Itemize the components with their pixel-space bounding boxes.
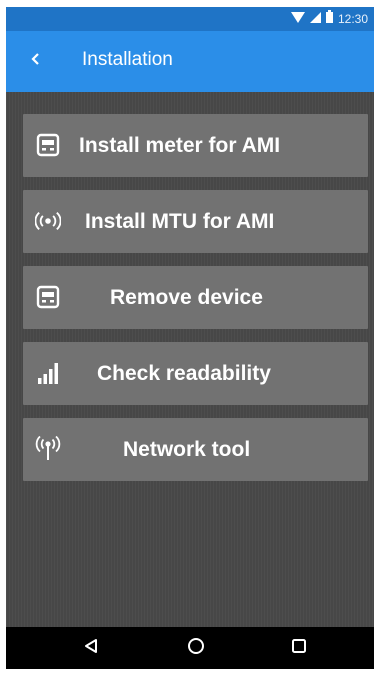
check-readability-button[interactable]: Check readability (23, 342, 368, 405)
phone-screen: 12:30 Installation Install meter for AMI (6, 7, 374, 669)
menu-item-label: Check readability (97, 362, 271, 385)
back-triangle-icon (84, 638, 98, 659)
network-tool-button[interactable]: Network tool (23, 418, 368, 481)
status-icons: 12:30 (290, 10, 368, 28)
back-button[interactable] (20, 45, 52, 77)
menu-item-label: Install MTU for AMI (85, 210, 275, 233)
recents-square-icon (291, 638, 307, 659)
meter-icon (35, 284, 61, 310)
navigation-bar (6, 627, 374, 669)
nav-recents-button[interactable] (287, 636, 311, 660)
home-circle-icon (187, 637, 205, 660)
meter-icon (35, 132, 61, 158)
nav-home-button[interactable] (184, 636, 208, 660)
nav-back-button[interactable] (79, 636, 103, 660)
battery-icon (325, 10, 333, 28)
wifi-icon (290, 10, 305, 28)
antenna-icon (35, 436, 61, 462)
status-time: 12:30 (337, 12, 368, 26)
menu-content: Install meter for AMI Install MTU for AM… (6, 92, 374, 627)
install-mtu-button[interactable]: Install MTU for AMI (23, 190, 368, 253)
menu-item-label: Network tool (123, 438, 251, 461)
broadcast-icon (35, 208, 61, 234)
back-chevron-icon (31, 52, 41, 70)
menu-item-label: Install meter for AMI (79, 134, 281, 157)
app-bar: Installation (6, 31, 374, 92)
cell-signal-icon (309, 10, 321, 28)
install-meter-button[interactable]: Install meter for AMI (23, 114, 368, 177)
status-bar: 12:30 (6, 7, 374, 31)
page-title: Installation (82, 49, 173, 70)
remove-device-button[interactable]: Remove device (23, 266, 368, 329)
signal-bars-icon (35, 360, 61, 386)
menu-item-label: Remove device (110, 286, 263, 309)
